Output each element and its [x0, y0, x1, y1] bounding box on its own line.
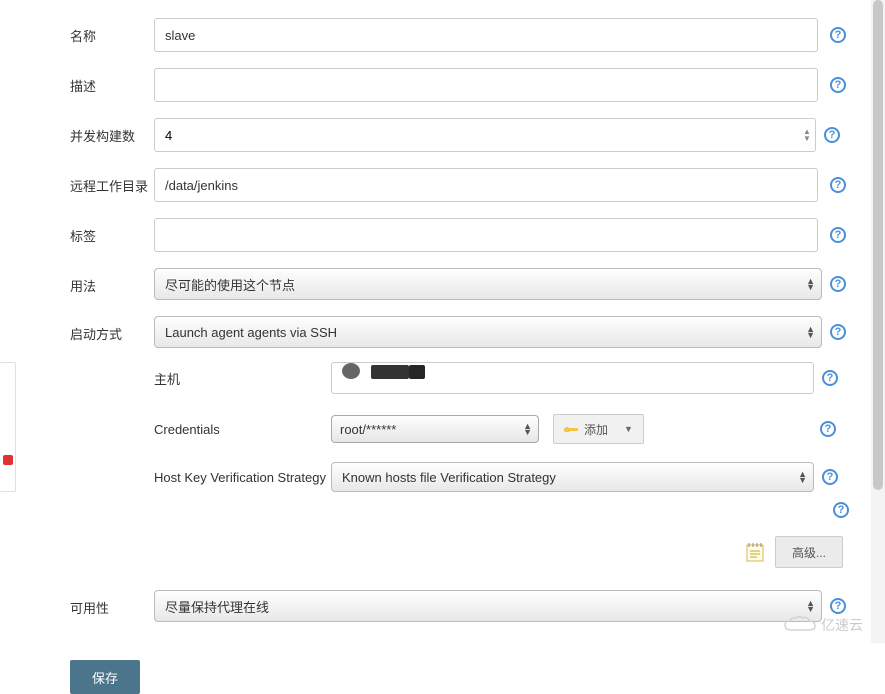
node-config-form: 名称 ? 描述 ? 并发构建数 ▲▼ ? 远程工作目录 ?: [0, 0, 885, 694]
advanced-row: 高级...: [154, 536, 843, 568]
help-icon[interactable]: ?: [830, 227, 846, 243]
row-usage: 用法 尽可能的使用这个节点 ▲▼ ?: [70, 268, 885, 300]
label-credentials: Credentials: [154, 422, 331, 437]
row-credentials: Credentials root/****** ▲▼ 添加 ▼ ?: [154, 414, 885, 444]
label-labels: 标签: [70, 218, 154, 245]
chevron-updown-icon: ▲▼: [798, 471, 807, 483]
description-input[interactable]: [154, 68, 818, 102]
availability-selected: 尽量保持代理在线: [165, 597, 269, 616]
side-panel-stub: [0, 362, 16, 492]
help-icon[interactable]: ?: [822, 469, 838, 485]
executors-input[interactable]: [154, 118, 816, 152]
hostkey-selected: Known hosts file Verification Strategy: [342, 470, 556, 485]
help-icon[interactable]: ?: [830, 77, 846, 93]
row-labels: 标签 ?: [70, 218, 885, 252]
usage-selected: 尽可能的使用这个节点: [165, 275, 295, 294]
extra-help: ?: [154, 502, 849, 518]
watermark: 亿速云: [783, 615, 863, 635]
host-input[interactable]: [331, 362, 814, 394]
credentials-select[interactable]: root/****** ▲▼: [331, 415, 539, 443]
help-icon[interactable]: ?: [822, 370, 838, 386]
label-usage: 用法: [70, 268, 154, 295]
save-button[interactable]: 保存: [70, 660, 140, 694]
close-icon[interactable]: [3, 455, 13, 465]
redacted-text: [409, 365, 425, 379]
ssh-section: 主机 ? Credentials root/****** ▲▼ 添加: [154, 362, 885, 568]
help-icon[interactable]: ?: [830, 177, 846, 193]
chevron-updown-icon: ▲▼: [523, 423, 532, 435]
usage-select[interactable]: 尽可能的使用这个节点 ▲▼: [154, 268, 822, 300]
scrollbar-thumb[interactable]: [873, 0, 883, 490]
row-hostkey: Host Key Verification Strategy Known hos…: [154, 462, 885, 492]
chevron-down-icon: ▼: [624, 424, 633, 434]
hostkey-select[interactable]: Known hosts file Verification Strategy ▲…: [331, 462, 814, 492]
label-executors: 并发构建数: [70, 118, 154, 145]
add-label: 添加: [584, 421, 608, 438]
label-remote-fs: 远程工作目录: [70, 168, 154, 195]
remote-fs-input[interactable]: [154, 168, 818, 202]
credentials-selected: root/******: [340, 422, 396, 437]
help-icon[interactable]: ?: [824, 127, 840, 143]
launch-selected: Launch agent agents via SSH: [165, 325, 337, 340]
row-description: 描述 ?: [70, 68, 885, 102]
label-availability: 可用性: [70, 590, 154, 617]
row-launch: 启动方式 Launch agent agents via SSH ▲▼ ?: [70, 316, 885, 348]
redacted-text: [342, 363, 360, 379]
row-name: 名称 ?: [70, 18, 885, 52]
help-icon[interactable]: ?: [830, 598, 846, 614]
chevron-updown-icon: ▲▼: [806, 600, 815, 612]
help-icon[interactable]: ?: [830, 324, 846, 340]
row-host: 主机 ?: [154, 362, 885, 394]
labels-input[interactable]: [154, 218, 818, 252]
help-icon[interactable]: ?: [830, 27, 846, 43]
cloud-icon: [783, 616, 817, 634]
watermark-text: 亿速云: [821, 615, 863, 635]
label-launch: 启动方式: [70, 316, 154, 343]
advanced-button[interactable]: 高级...: [775, 536, 843, 568]
name-input[interactable]: [154, 18, 818, 52]
row-remote-fs: 远程工作目录 ?: [70, 168, 885, 202]
row-availability: 可用性 尽量保持代理在线 ▲▼ ?: [70, 590, 885, 622]
redacted-text: [371, 365, 409, 379]
label-description: 描述: [70, 68, 154, 95]
add-credentials-button[interactable]: 添加 ▼: [553, 414, 644, 444]
spinner-icon[interactable]: ▲▼: [802, 126, 812, 144]
label-host: 主机: [154, 369, 331, 388]
key-icon: [564, 425, 578, 433]
chevron-updown-icon: ▲▼: [806, 326, 815, 338]
vertical-scrollbar[interactable]: [871, 0, 885, 643]
availability-select[interactable]: 尽量保持代理在线 ▲▼: [154, 590, 822, 622]
help-icon[interactable]: ?: [833, 502, 849, 518]
launch-select[interactable]: Launch agent agents via SSH ▲▼: [154, 316, 822, 348]
notepad-icon: [745, 541, 765, 563]
label-hostkey: Host Key Verification Strategy: [154, 470, 331, 485]
help-icon[interactable]: ?: [820, 421, 836, 437]
label-name: 名称: [70, 18, 154, 45]
row-executors: 并发构建数 ▲▼ ?: [70, 118, 885, 152]
help-icon[interactable]: ?: [830, 276, 846, 292]
chevron-updown-icon: ▲▼: [806, 278, 815, 290]
